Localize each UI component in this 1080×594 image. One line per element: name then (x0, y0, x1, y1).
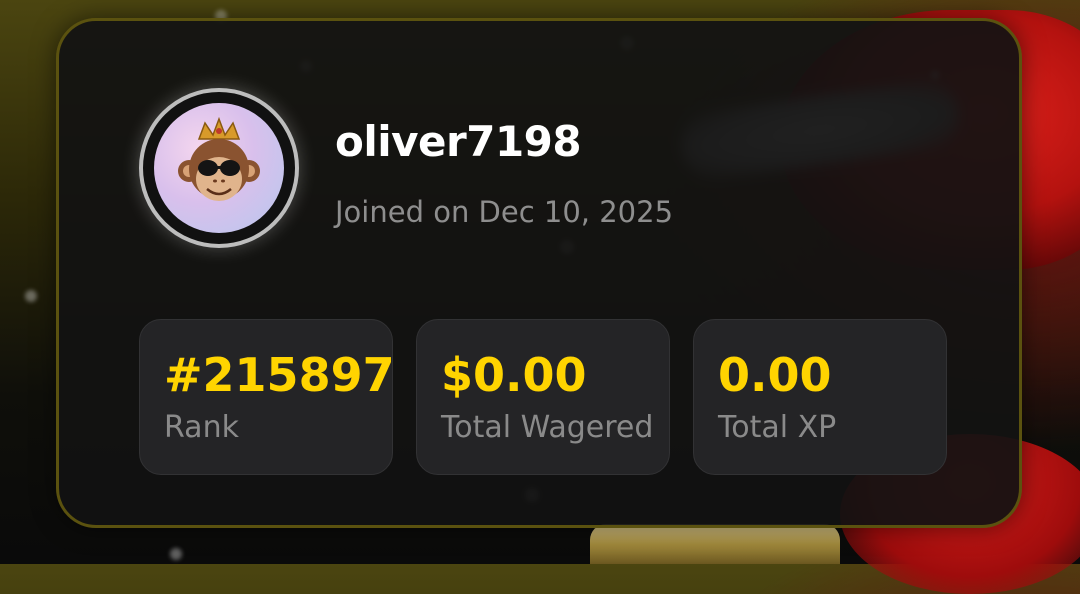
crowned-monkey-avatar-icon (178, 116, 260, 201)
money-pile-background (590, 524, 840, 564)
stat-card-total-wagered: $0.00 Total Wagered (416, 319, 670, 475)
avatar-frame[interactable] (139, 88, 299, 248)
rank-value: #215897 (164, 348, 395, 402)
joined-date: Joined on Dec 10, 2025 (335, 195, 674, 229)
avatar (154, 103, 284, 233)
total-wagered-label: Total Wagered (441, 410, 654, 445)
total-wagered-value: $0.00 (441, 348, 587, 402)
rank-label: Rank (164, 410, 239, 445)
username: oliver7198 (335, 117, 582, 166)
profile-card: oliver7198 Joined on Dec 10, 2025 #21589… (56, 18, 1022, 528)
snowflake (170, 548, 182, 560)
total-xp-label: Total XP (718, 410, 837, 445)
stat-card-rank: #215897 Rank (139, 319, 395, 475)
stat-card-total-xp: 0.00 Total XP (693, 319, 947, 475)
snowflake (25, 290, 37, 302)
total-xp-value: 0.00 (718, 348, 832, 402)
